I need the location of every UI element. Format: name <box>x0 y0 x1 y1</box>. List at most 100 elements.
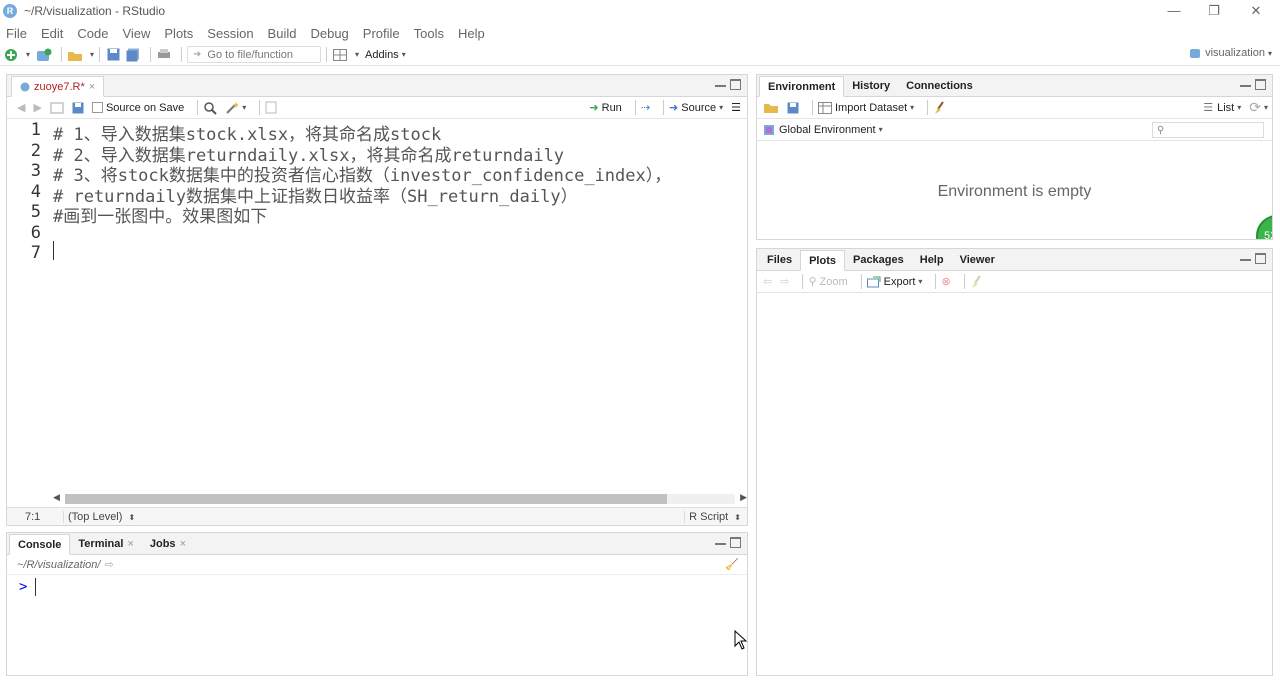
toolbar-divider <box>812 100 813 115</box>
menu-session[interactable]: Session <box>207 26 253 41</box>
goto-file-input[interactable]: ➜ Go to file/function <box>187 46 322 63</box>
tab-terminal[interactable]: Terminal × <box>70 533 141 554</box>
menu-build[interactable]: Build <box>268 26 297 41</box>
back-arrow-icon[interactable]: ◀ <box>17 101 25 114</box>
tab-label: Jobs <box>149 537 176 550</box>
scope-label: Global Environment <box>779 123 876 136</box>
addins-menu[interactable]: Addins <box>365 49 399 61</box>
close-tab-icon[interactable]: × <box>180 538 186 550</box>
environment-pane-minmax[interactable] <box>1240 79 1266 90</box>
clear-objects-broom-icon[interactable] <box>933 100 947 115</box>
code-tools-wand-icon[interactable]: ▾ <box>225 101 246 115</box>
menu-file[interactable]: File <box>6 26 27 41</box>
menu-code[interactable]: Code <box>77 26 108 41</box>
open-file-dropdown-icon[interactable]: ▾ <box>90 50 94 59</box>
source-on-save-checkbox[interactable]: Source on Save <box>91 102 184 114</box>
close-tab-icon[interactable]: × <box>127 538 133 550</box>
refresh-icon[interactable]: ⟳ ▾ <box>1249 99 1268 116</box>
previous-plot-icon[interactable]: ⇦ <box>763 275 772 288</box>
go-to-directory-icon[interactable]: ⇨ <box>104 558 113 571</box>
find-replace-icon[interactable] <box>203 101 217 115</box>
tab-plots[interactable]: Plots <box>800 250 845 271</box>
menu-edit[interactable]: Edit <box>41 26 63 41</box>
console-tabbar: Console Terminal × Jobs × <box>7 533 747 555</box>
grid-layout-dropdown-icon[interactable]: ▾ <box>355 50 359 59</box>
title-bar: R ~/R/visualization - RStudio — ❐ ✕ <box>0 0 1280 22</box>
clear-console-icon[interactable]: 🧹 <box>725 558 739 571</box>
forward-arrow-icon[interactable]: ▶ <box>33 101 41 114</box>
restore-button[interactable]: ❐ <box>1204 2 1224 20</box>
tab-help[interactable]: Help <box>912 249 952 270</box>
plots-pane-minmax[interactable] <box>1240 253 1266 264</box>
close-tab-icon[interactable]: × <box>89 81 95 93</box>
global-environment-selector[interactable]: Global Environment ▾ <box>763 124 883 136</box>
import-dataset-button[interactable]: Import Dataset ▾ <box>818 101 914 114</box>
zoom-icon: ⚲ <box>808 276 817 288</box>
zoom-button[interactable]: ⚲ Zoom <box>808 275 847 289</box>
editor-save-icon[interactable] <box>72 102 84 114</box>
grid-layout-icon[interactable] <box>332 47 348 63</box>
addins-dropdown-icon[interactable]: ▾ <box>402 50 406 59</box>
tab-environment[interactable]: Environment <box>759 76 845 97</box>
tab-history[interactable]: History <box>844 75 898 96</box>
environment-search-input[interactable]: ⚲ <box>1152 122 1264 138</box>
menu-debug[interactable]: Debug <box>310 26 348 41</box>
rerun-icon[interactable]: ⇢ <box>641 101 650 114</box>
tab-packages[interactable]: Packages <box>845 249 912 270</box>
menu-plots[interactable]: Plots <box>164 26 193 41</box>
remove-plot-icon[interactable]: ⊗ <box>941 275 950 288</box>
run-button[interactable]: ➜ Run <box>589 101 621 115</box>
new-project-icon[interactable] <box>36 47 52 63</box>
next-plot-icon[interactable]: ⇨ <box>780 275 789 288</box>
menu-tools[interactable]: Tools <box>414 26 444 41</box>
rstudio-logo-icon: R <box>3 4 17 18</box>
save-all-icon[interactable] <box>125 47 141 63</box>
toolbar-divider <box>150 47 152 62</box>
new-file-icon[interactable] <box>3 47 19 63</box>
scroll-left-icon[interactable]: ◀ <box>53 492 60 503</box>
new-file-dropdown-icon[interactable]: ▾ <box>26 50 30 59</box>
clear-plots-broom-icon[interactable] <box>970 274 984 289</box>
export-button[interactable]: Export ▾ <box>866 276 922 288</box>
console-input[interactable] <box>7 575 747 675</box>
menu-help[interactable]: Help <box>458 26 485 41</box>
code-editor[interactable]: # 1、导入数据集stock.xlsx，将其命名成stock # 2、导入数据集… <box>53 120 747 497</box>
menu-profile[interactable]: Profile <box>363 26 400 41</box>
scroll-right-icon[interactable]: ▶ <box>740 492 747 503</box>
tab-zuoye7[interactable]: zuoye7.R* × <box>11 76 105 97</box>
tab-files[interactable]: Files <box>759 249 800 270</box>
tab-viewer[interactable]: Viewer <box>952 249 1003 270</box>
horizontal-scrollbar[interactable]: ◀ ▶ <box>53 492 747 506</box>
source-pane-minmax[interactable] <box>715 79 741 90</box>
print-icon[interactable] <box>156 47 172 63</box>
show-in-window-icon[interactable] <box>50 102 64 114</box>
list-view-selector[interactable]: ☰ List ▾ <box>1203 101 1241 115</box>
project-dropdown-icon: ▾ <box>1267 48 1272 58</box>
tab-jobs[interactable]: Jobs × <box>142 533 194 554</box>
console-pane-minmax[interactable] <box>715 537 741 548</box>
menu-view[interactable]: View <box>122 26 150 41</box>
close-button[interactable]: ✕ <box>1246 2 1266 20</box>
scope-selector[interactable]: (Top Level) ⬍ <box>63 510 135 523</box>
tab-label: Packages <box>852 253 904 266</box>
save-icon[interactable] <box>105 47 121 63</box>
tab-connections[interactable]: Connections <box>898 75 981 96</box>
source-button[interactable]: ➜ Source ▾ <box>669 101 723 115</box>
compile-report-icon[interactable] <box>265 101 277 114</box>
tab-label: Viewer <box>959 253 995 266</box>
open-file-icon[interactable] <box>67 47 83 63</box>
list-label: List <box>1217 101 1235 114</box>
import-dataset-label: Import Dataset <box>835 101 908 114</box>
mouse-pointer-icon <box>734 630 748 650</box>
project-menu[interactable]: visualization ▾ <box>1189 47 1272 59</box>
scroll-thumb[interactable] <box>65 494 667 504</box>
floating-badge[interactable]: 52 <box>1256 215 1272 239</box>
tab-label: Files <box>767 253 793 266</box>
document-outline-icon[interactable]: ☰ <box>731 101 741 114</box>
save-workspace-icon[interactable] <box>787 102 799 114</box>
toolbar-divider <box>197 100 199 115</box>
minimize-button[interactable]: — <box>1164 2 1184 20</box>
tab-console[interactable]: Console <box>9 534 71 555</box>
file-type-selector[interactable]: R Script ⬍ <box>684 510 741 523</box>
load-workspace-icon[interactable] <box>763 101 779 114</box>
